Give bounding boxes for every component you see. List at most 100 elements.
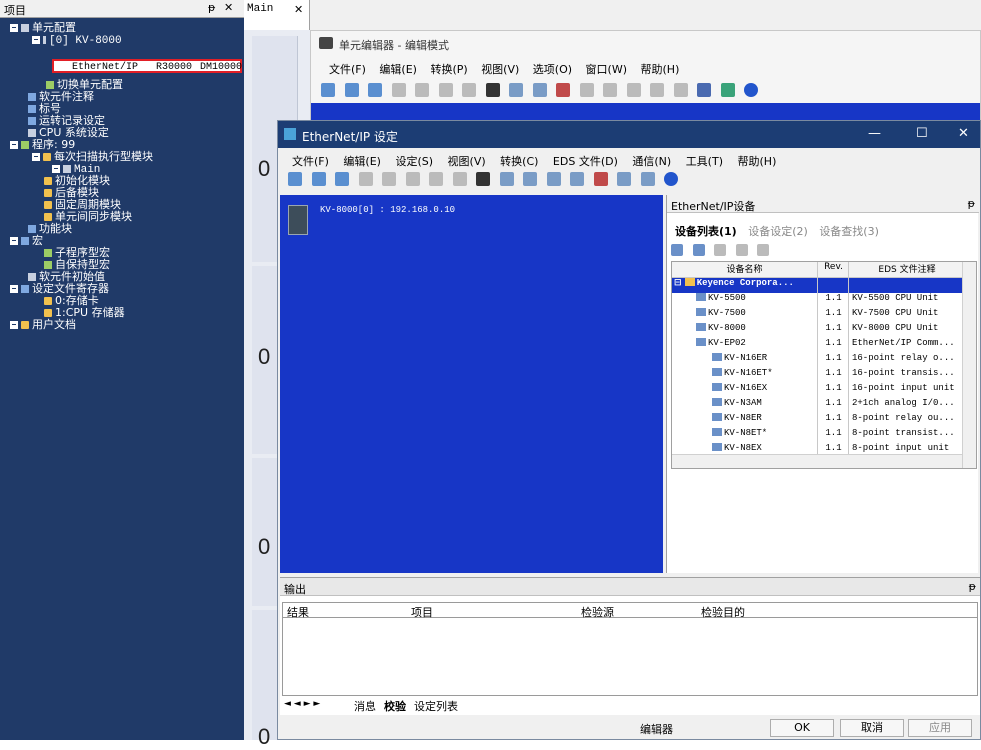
tab-nav-icon[interactable]: ◄ ◄ ► ►: [284, 699, 320, 709]
brush-icon[interactable]: [499, 172, 514, 186]
cancel-button[interactable]: 取消: [840, 719, 904, 737]
plc-node-label[interactable]: KV-8000[0] : 192.168.0.10: [320, 205, 455, 215]
minimize-button[interactable]: —: [868, 126, 881, 141]
menu-view[interactable]: 视图(V): [481, 63, 519, 76]
save-icon[interactable]: [344, 83, 359, 97]
transfer-icon[interactable]: [368, 83, 382, 97]
read-icon[interactable]: [311, 172, 326, 186]
tab-messages[interactable]: 消息: [354, 698, 376, 714]
verify-icon[interactable]: [593, 172, 608, 186]
device-row[interactable]: KV-7500 1.1 KV-7500 CPU Unit: [672, 308, 972, 323]
undo-icon[interactable]: [358, 172, 373, 186]
new-icon[interactable]: [288, 172, 302, 186]
apply-button[interactable]: 应用: [908, 719, 972, 737]
tree-item-macro[interactable]: 宏: [10, 235, 43, 247]
menu-communication[interactable]: 通信(N): [632, 155, 671, 168]
unit-icon[interactable]: [603, 83, 617, 97]
output-list[interactable]: [282, 618, 978, 696]
unit3-icon[interactable]: [650, 83, 664, 97]
device-detail-icon[interactable]: [692, 244, 705, 256]
device-row[interactable]: KV-N16EX 1.1 16-point input unit: [672, 383, 972, 398]
tree-item-user-docs[interactable]: 用户文档: [10, 319, 76, 331]
unit2-icon[interactable]: [626, 83, 641, 97]
menu-edit[interactable]: 编辑(E): [343, 155, 381, 168]
tab-close-icon[interactable]: ✕: [294, 3, 303, 16]
close-icon[interactable]: ✕: [224, 1, 233, 14]
cut-icon[interactable]: [382, 172, 396, 186]
device-table[interactable]: 设备名称 Rev. EDS 文件注释 ⊟ Keyence Corpora... …: [671, 261, 977, 469]
menu-file[interactable]: 文件(F): [329, 63, 366, 76]
edit-icon[interactable]: [462, 83, 476, 97]
tab-device-settings[interactable]: 设备设定(2): [748, 225, 808, 238]
scan-icon[interactable]: [523, 172, 537, 186]
pin-icon[interactable]: ᵽ: [969, 580, 976, 593]
network-config-panel[interactable]: KV-8000[0] : 192.168.0.10: [280, 195, 663, 573]
menu-eds-file[interactable]: EDS 文件(D): [553, 155, 618, 168]
tab-device-list[interactable]: 设备列表(1): [675, 225, 737, 238]
device-row[interactable]: KV-N16ET* 1.1 16-point transis...: [672, 368, 972, 383]
horizontal-scrollbar[interactable]: [672, 454, 962, 468]
tab-verify[interactable]: 校验: [384, 698, 406, 714]
cut-icon[interactable]: [391, 83, 406, 97]
eds-icon[interactable]: [757, 244, 769, 256]
unit4-icon[interactable]: [673, 83, 688, 97]
device-row[interactable]: KV-N8ER 1.1 8-point relay ou...: [672, 413, 972, 428]
device-row[interactable]: KV-N8ET* 1.1 8-point transist...: [672, 428, 972, 443]
tree-item-device-comment[interactable]: 软元件注释: [28, 91, 94, 103]
tree-item-kv8000[interactable]: [0] KV-8000: [32, 34, 122, 47]
table-icon[interactable]: [476, 172, 490, 186]
ok-button[interactable]: OK: [770, 719, 834, 737]
menu-help[interactable]: 帮助(H): [738, 155, 777, 168]
menu-tools[interactable]: 工具(T): [686, 155, 723, 168]
help-icon[interactable]: [664, 172, 678, 186]
maximize-button[interactable]: ☐: [916, 126, 928, 141]
menu-options[interactable]: 选项(O): [533, 63, 572, 76]
device-row[interactable]: KV-N3AM 1.1 2+1ch analog I/0...: [672, 398, 972, 413]
eip-icon[interactable]: [720, 83, 735, 97]
tab-settings-list[interactable]: 设定列表: [414, 698, 458, 714]
open-icon[interactable]: [321, 83, 335, 97]
paste-icon[interactable]: [438, 83, 453, 97]
menu-edit[interactable]: 编辑(E): [379, 63, 417, 76]
copy-icon[interactable]: [405, 172, 420, 186]
monitor-icon[interactable]: [579, 83, 594, 97]
close-button[interactable]: ✕: [958, 126, 969, 141]
device-row[interactable]: KV-EP02 1.1 EtherNet/IP Comm...: [672, 338, 972, 353]
tab-device-search[interactable]: 设备查找(3): [819, 225, 879, 238]
chart-icon[interactable]: [640, 172, 655, 186]
wand-icon[interactable]: [697, 83, 711, 97]
check-icon[interactable]: [532, 83, 547, 97]
network-icon[interactable]: [452, 172, 467, 186]
add-device-icon[interactable]: [671, 244, 683, 256]
plc-node-icon[interactable]: [288, 205, 308, 235]
menu-convert[interactable]: 转换(C): [500, 155, 538, 168]
pin-icon[interactable]: ᵽ: [208, 1, 215, 14]
device-row[interactable]: KV-5500 1.1 KV-5500 CPU Unit: [672, 293, 972, 308]
pin-icon[interactable]: ᵽ: [968, 197, 975, 210]
device-row[interactable]: KV-N16ER 1.1 16-point relay o...: [672, 353, 972, 368]
tab-main[interactable]: Main ✕: [244, 0, 310, 30]
menu-convert[interactable]: 转换(P): [430, 63, 467, 76]
monitor2-icon[interactable]: [570, 172, 584, 186]
menu-file[interactable]: 文件(F): [292, 155, 329, 168]
paste-icon[interactable]: [429, 172, 443, 186]
search-icon[interactable]: [509, 83, 523, 97]
vertical-scrollbar[interactable]: [962, 262, 976, 468]
tree-item-unit-config[interactable]: 单元配置: [10, 22, 76, 34]
menu-view[interactable]: 视图(V): [448, 155, 486, 168]
device-group-row[interactable]: ⊟ Keyence Corpora...: [672, 278, 972, 293]
menu-window[interactable]: 窗口(W): [586, 63, 627, 76]
menu-settings[interactable]: 设定(S): [395, 155, 433, 168]
help-icon[interactable]: [744, 83, 758, 97]
verify-icon[interactable]: [556, 83, 570, 97]
table-icon[interactable]: [485, 83, 500, 97]
tree-item-ethernet-ip[interactable]: EtherNet/IP R30000 DM10000: [52, 59, 242, 73]
filter-icon[interactable]: [735, 244, 748, 256]
copy-icon[interactable]: [415, 83, 429, 97]
sort-icon[interactable]: [714, 244, 726, 256]
menu-help[interactable]: 帮助(H): [641, 63, 680, 76]
write-icon[interactable]: [335, 172, 349, 186]
monitor-icon[interactable]: [546, 172, 561, 186]
list-icon[interactable]: [617, 172, 631, 186]
tree-item-scan-module[interactable]: 每次扫描执行型模块: [32, 151, 153, 163]
